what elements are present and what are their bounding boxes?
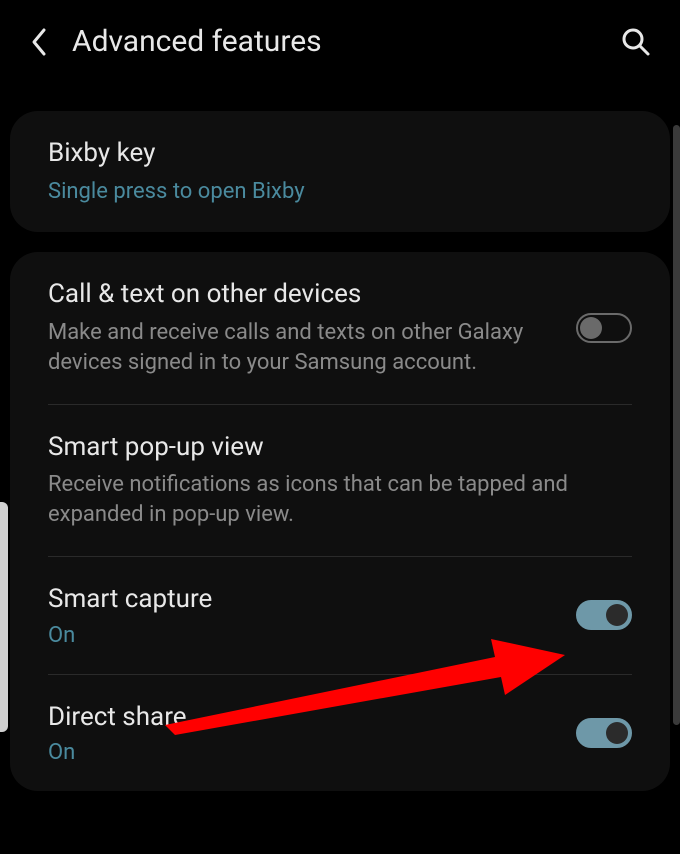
item-text: Smart pop-up view Receive notifications … bbox=[48, 431, 632, 530]
item-title: Direct share bbox=[48, 701, 556, 735]
smart-popup-item[interactable]: Smart pop-up view Receive notifications … bbox=[10, 405, 670, 556]
direct-share-toggle[interactable] bbox=[576, 718, 632, 748]
item-title: Smart pop-up view bbox=[48, 431, 632, 465]
settings-group-bixby: Bixby key Single press to open Bixby bbox=[10, 111, 670, 232]
item-title: Smart capture bbox=[48, 583, 556, 617]
scrollbar[interactable] bbox=[673, 125, 680, 725]
item-title: Bixby key bbox=[48, 137, 632, 171]
item-subtitle: Receive notifications as icons that can … bbox=[48, 470, 632, 529]
toggle-knob bbox=[606, 722, 628, 744]
item-text: Call & text on other devices Make and re… bbox=[48, 278, 556, 377]
header: Advanced features bbox=[0, 0, 680, 83]
settings-group-features: Call & text on other devices Make and re… bbox=[10, 252, 670, 791]
search-icon[interactable] bbox=[620, 26, 652, 58]
call-text-devices-toggle[interactable] bbox=[576, 313, 632, 343]
item-title: Call & text on other devices bbox=[48, 278, 556, 312]
toggle-knob bbox=[606, 604, 628, 626]
call-text-devices-item[interactable]: Call & text on other devices Make and re… bbox=[10, 252, 670, 403]
item-status: On bbox=[48, 623, 556, 648]
item-text: Smart capture On bbox=[48, 583, 556, 648]
back-icon[interactable] bbox=[28, 26, 48, 58]
smart-capture-toggle[interactable] bbox=[576, 600, 632, 630]
smart-capture-item[interactable]: Smart capture On bbox=[10, 557, 670, 674]
bixby-key-item[interactable]: Bixby key Single press to open Bixby bbox=[10, 111, 670, 232]
item-text: Direct share On bbox=[48, 701, 556, 766]
item-status: On bbox=[48, 740, 556, 765]
direct-share-item[interactable]: Direct share On bbox=[10, 675, 670, 792]
item-subtitle: Single press to open Bixby bbox=[48, 177, 632, 207]
item-text: Bixby key Single press to open Bixby bbox=[48, 137, 632, 206]
edge-panel-handle[interactable] bbox=[0, 502, 8, 732]
item-subtitle: Make and receive calls and texts on othe… bbox=[48, 318, 556, 377]
toggle-knob bbox=[580, 317, 602, 339]
page-title: Advanced features bbox=[72, 24, 596, 59]
content: Bixby key Single press to open Bixby Cal… bbox=[0, 111, 680, 791]
